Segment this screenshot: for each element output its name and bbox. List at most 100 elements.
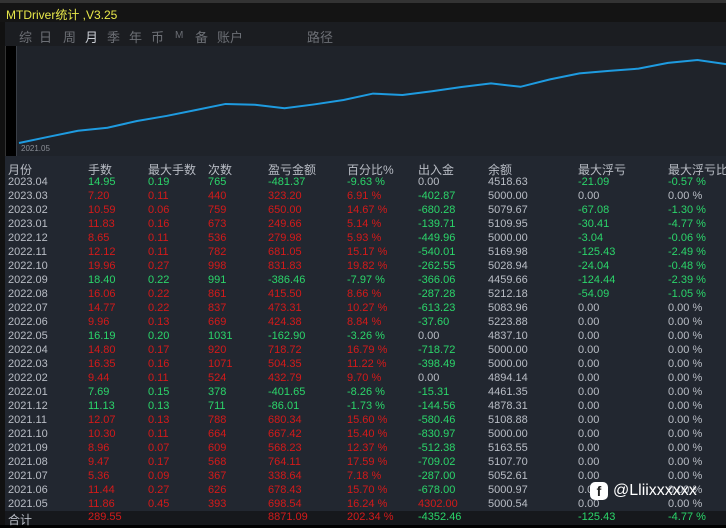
table-row[interactable]: 2022.11 12.12 0.11 782 681.05 15.17 % -540.01 5…: [5, 246, 726, 260]
tab-10[interactable]: 路径: [307, 27, 333, 46]
cell-月份: 2023.01: [8, 218, 48, 230]
table-row[interactable]: 2022.06 9.96 0.13 669 424.38 8.84 % -37.60 5223…: [5, 316, 726, 330]
cell-次数: 765: [208, 176, 227, 188]
cell-百分比%: 8.84 %: [347, 316, 382, 328]
table-row[interactable]: 2022.01 7.69 0.15 378 -401.65 -8.26 % -15.31 44…: [5, 386, 726, 400]
tab-0[interactable]: 综: [19, 27, 32, 46]
cell-月份: 2021.05: [8, 498, 48, 510]
cell-手数: 11.13: [88, 400, 115, 412]
cell-出入金: 0.00: [418, 330, 440, 342]
tab-4[interactable]: 季: [107, 27, 120, 46]
cell-盈亏金额: 249.66: [268, 218, 302, 230]
cell-最大浮亏比: 0.00 %: [668, 302, 703, 314]
cell-百分比%: 12.37 %: [347, 442, 388, 454]
cell-月份: 2021.12: [8, 400, 48, 412]
cell-最大浮亏: -54.09: [578, 288, 610, 300]
tab-6[interactable]: 币: [151, 27, 164, 46]
table-row[interactable]: 2021.12 11.13 0.13 711 -86.01 -1.73 % -144.56 4…: [5, 400, 726, 414]
cell-最大浮亏: 0.00: [578, 316, 600, 328]
cell-手数: 11.44: [88, 484, 115, 496]
cell-余额: 5079.67: [488, 204, 528, 216]
cell-出入金: -678.00: [418, 484, 456, 496]
cell-最大浮亏比: -0.48 %: [668, 260, 706, 272]
table-row[interactable]: 2022.08 16.06 0.22 861 415.50 8.66 % -287.28 52…: [5, 288, 726, 302]
cell-最大手数: 0.11: [148, 246, 169, 258]
cell-次数: 664: [208, 428, 227, 440]
cell-手数: 5.36: [88, 470, 110, 482]
cell-百分比%: 15.60 %: [347, 414, 388, 426]
cell-手数: 10.59: [88, 204, 116, 216]
cell-最大浮亏比: 0.00 %: [668, 428, 703, 440]
cell-最大浮亏比: 0.00 %: [668, 344, 703, 356]
cell-最大浮亏比: -0.06 %: [668, 232, 706, 244]
tab-8[interactable]: 备: [195, 27, 208, 46]
cell-次数: 1031: [208, 330, 233, 342]
cell-出入金: -580.46: [418, 414, 456, 426]
table-row[interactable]: 2021.05 11.86 0.45 393 698.54 16.24 % 4302.00 5…: [5, 498, 726, 512]
table-row[interactable]: 2022.10 19.96 0.27 998 831.83 19.82 % -262.55 5…: [5, 260, 726, 274]
table-row[interactable]: 2022.09 18.40 0.22 991 -386.46 -7.97 % -366.06…: [5, 274, 726, 288]
cell-盈亏金额: 568.23: [268, 442, 302, 454]
table-row[interactable]: 2021.08 9.47 0.17 568 764.11 17.59 % -709.02 51…: [5, 456, 726, 470]
cell-月份: 2022.10: [8, 260, 48, 272]
table-header: 月份 手数 最大手数 次数 盈亏金额 百分比% 出入金 余额 最大浮亏 最大浮亏比: [5, 161, 726, 177]
cell-出入金: -37.60: [418, 316, 450, 328]
cell-次数: 861: [208, 288, 227, 300]
cell-百分比%: 11.22 %: [347, 358, 387, 370]
table-row[interactable]: 2021.11 12.07 0.13 788 680.34 15.60 % -580.46 5…: [5, 414, 726, 428]
total-row[interactable]: 合计 289.55 8871.09 202.34 % -4352.46 -125.43 -4…: [5, 511, 726, 527]
tab-2[interactable]: 周: [63, 27, 76, 46]
tab-5[interactable]: 年: [129, 27, 142, 46]
cell-月份: 2023.04: [8, 176, 48, 188]
table-row[interactable]: 2022.04 14.80 0.17 920 718.72 16.79 % -718.72 5…: [5, 344, 726, 358]
tab-3[interactable]: 月: [85, 27, 98, 46]
cell-手数: 7.69: [88, 386, 110, 398]
cell-月份: 2022.12: [8, 232, 48, 244]
cell-月份: 2022.01: [8, 386, 48, 398]
table-row[interactable]: 2023.04 14.95 0.19 765 -481.37 -9.63 % 0.00 451…: [5, 176, 726, 190]
table-row[interactable]: 2022.02 9.44 0.11 524 432.79 9.70 % 0.00 4894.1…: [5, 372, 726, 386]
cell-出入金: -262.55: [418, 260, 456, 272]
cell-月份: 2023.03: [8, 190, 48, 202]
cell-最大浮亏比: 0.00 %: [668, 456, 703, 468]
cell-月份: 2021.09: [8, 442, 48, 454]
cell-出入金: 4302.00: [418, 498, 458, 510]
cell-余额: 4894.14: [488, 372, 528, 384]
table-row[interactable]: 2021.09 8.96 0.07 609 568.23 12.37 % -512.38 51…: [5, 442, 726, 456]
cell-余额: 5223.88: [488, 316, 528, 328]
cell-手数: 7.20: [88, 190, 110, 202]
table-row[interactable]: 2023.01 11.83 0.16 673 249.66 5.14 % -139.71 51…: [5, 218, 726, 232]
cell-手数: 8.65: [88, 232, 110, 244]
table-row[interactable]: 2022.03 16.35 0.16 1071 504.35 11.22 % -398.49…: [5, 358, 726, 372]
cell-百分比%: 15.17 %: [347, 246, 388, 258]
table-row[interactable]: 2023.02 10.59 0.06 759 650.00 14.67 % -680.28 5…: [5, 204, 726, 218]
cell-月份: 2022.09: [8, 274, 48, 286]
cell-百分比%: -9.63 %: [347, 176, 385, 188]
cell-次数: 378: [208, 386, 227, 398]
cell-余额: 5107.70: [488, 456, 528, 468]
cell-盈亏金额: -481.37: [268, 176, 306, 188]
cell-盈亏金额: 504.35: [268, 358, 302, 370]
cell-最大手数: 0.20: [148, 330, 170, 342]
table-row[interactable]: 2021.10 10.30 0.11 664 667.42 15.40 % -830.97 5…: [5, 428, 726, 442]
cell-次数: 837: [208, 302, 227, 314]
cell-余额: 4837.10: [488, 330, 528, 342]
cell-最大手数: 0.11: [148, 428, 169, 440]
cell-手数: 12.12: [88, 246, 116, 258]
table-row[interactable]: 2023.03 7.20 0.11 440 323.20 6.91 % -402.87 500…: [5, 190, 726, 204]
table-row[interactable]: 2022.07 14.77 0.22 837 473.31 10.27 % -613.23 5…: [5, 302, 726, 316]
chart-x-start-label: 2021.05: [21, 144, 50, 153]
table-row[interactable]: 2022.12 8.65 0.11 536 279.98 5.93 % -449.96 500…: [5, 232, 726, 246]
equity-chart-svg: [18, 58, 726, 144]
cell-最大浮亏比: -1.05 %: [668, 288, 706, 300]
cell-余额: 4518.63: [488, 176, 528, 188]
cell-次数: 998: [208, 260, 227, 272]
tab-1[interactable]: 日: [39, 27, 52, 46]
cell-月份: 2022.07: [8, 302, 48, 314]
cell-次数: 669: [208, 316, 227, 328]
tab-7[interactable]: M: [175, 30, 183, 41]
tab-9[interactable]: 账户: [217, 27, 243, 46]
table-row[interactable]: 2022.05 16.19 0.20 1031 -162.90 -3.26 % 0.00 48…: [5, 330, 726, 344]
cell-盈亏金额: 650.00: [268, 204, 302, 216]
cell-余额: 4878.31: [488, 400, 528, 412]
